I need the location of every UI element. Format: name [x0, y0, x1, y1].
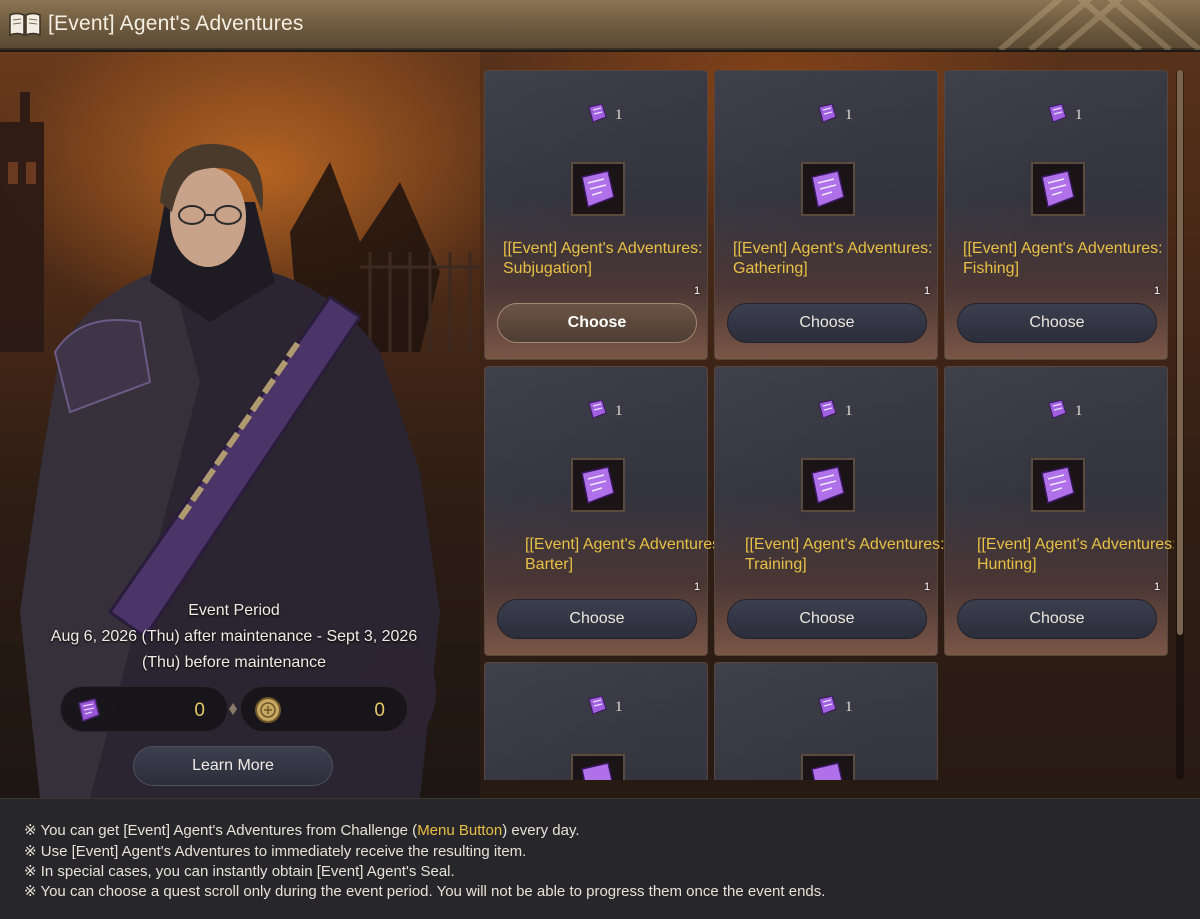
- item-count: 1: [1154, 581, 1161, 593]
- quest-scroll-icon: [811, 170, 845, 209]
- quest-name: [[Event] Agent's Adventures: Training]: [745, 536, 945, 573]
- learn-more-button[interactable]: Learn More: [133, 746, 333, 786]
- seal-count: 0: [374, 700, 385, 721]
- item-count: 1: [694, 285, 701, 297]
- title-bar: [Event] Agent's Adventures: [0, 0, 1200, 50]
- note-line-3: ※ In special cases, you can instantly ob…: [24, 863, 455, 880]
- cost-count: 1: [615, 699, 623, 715]
- cost-count: 1: [1075, 403, 1083, 419]
- quest-name: [[Event] Agent's Adventures: Hunting]: [977, 536, 1174, 573]
- quest-scroll-slot[interactable]: [571, 754, 625, 780]
- quest-name: [[Event] Agent's Adventures: Subjugation…: [503, 240, 703, 277]
- cost-count: 1: [845, 699, 853, 715]
- quest-card: 1 1 [[Event] Agent's Adventures: Hunting…: [944, 366, 1174, 656]
- note-line-1: ※ You can get [Event] Agent's Adventures…: [24, 821, 580, 839]
- menu-button-highlight: Menu Button: [417, 822, 503, 839]
- event-period: Event Period Aug 6, 2026 (Thu) after mai…: [0, 602, 468, 676]
- cost-count: 1: [1075, 107, 1083, 123]
- quest-scroll-icon: [811, 466, 845, 505]
- quest-name: [[Event] Agent's Adventures: Barter]: [525, 536, 725, 573]
- seal-counter: 0: [240, 686, 408, 732]
- note-text: ) every day.: [502, 822, 580, 839]
- scroll-count: 0: [194, 700, 205, 721]
- item-count: 1: [1154, 285, 1161, 297]
- quest-card: 1: [714, 662, 938, 780]
- quest-card: 1 1 [[Event] Agent's Adventures: Trainin…: [714, 366, 945, 656]
- item-count: 1: [694, 581, 701, 593]
- event-period-title: Event Period: [188, 602, 280, 619]
- counter-separator: [229, 703, 237, 715]
- scroll-icon: [78, 698, 100, 723]
- scroll-icon: [818, 399, 837, 419]
- scroll-icon: [818, 103, 837, 123]
- choose-button[interactable]: Choose: [727, 303, 927, 343]
- title-decoration: [998, 0, 1200, 50]
- quest-card: 1 1 [[Event] Agent's Adventures: Fishing…: [944, 70, 1168, 360]
- quest-card-grid: 1 1 [[Event] Agent's Adventures: Subjuga…: [484, 70, 1174, 780]
- note-text: ※ You can get [Event] Agent's Adventures…: [24, 822, 418, 839]
- choose-button[interactable]: Choose: [497, 303, 697, 343]
- quest-scroll-icon: [811, 762, 843, 780]
- quest-scroll-icon: [581, 762, 613, 780]
- event-window: [Event] Agent's Adventures Event Period …: [0, 0, 1200, 919]
- quest-card: 1: [484, 662, 708, 780]
- quest-card: 1 1 [[Event] Agent's Adventures: Barter]…: [484, 366, 725, 656]
- scroll-icon: [1048, 103, 1067, 123]
- card-grid-scrollbar[interactable]: [1176, 70, 1184, 780]
- seal-coin-icon: [255, 697, 281, 723]
- quest-name: [[Event] Agent's Adventures: Fishing]: [963, 240, 1163, 277]
- quest-scroll-icon: [581, 466, 615, 505]
- choose-button[interactable]: Choose: [497, 599, 697, 639]
- scroll-icon: [588, 695, 607, 715]
- window-title: [Event] Agent's Adventures: [48, 12, 304, 35]
- item-count: 1: [924, 285, 931, 297]
- event-period-text: Aug 6, 2026 (Thu) after maintenance - Se…: [50, 628, 418, 671]
- scroll-icon: [818, 695, 837, 715]
- quest-scroll-slot[interactable]: 1: [1031, 458, 1160, 593]
- quest-scroll-icon: [1041, 170, 1075, 209]
- quest-scroll-icon: [581, 170, 615, 209]
- note-line-2: ※ Use [Event] Agent's Adventures to imme…: [24, 843, 527, 860]
- choose-button[interactable]: Choose: [727, 599, 927, 639]
- quest-scroll-icon: [1041, 466, 1075, 505]
- scroll-icon: [588, 399, 607, 419]
- item-count: 1: [924, 581, 931, 593]
- quest-scroll-slot[interactable]: 1: [571, 458, 700, 593]
- scroll-icon: [1048, 399, 1067, 419]
- cost-count: 1: [845, 403, 853, 419]
- quest-name: [[Event] Agent's Adventures: Gathering]: [733, 240, 933, 277]
- choose-button[interactable]: Choose: [957, 303, 1157, 343]
- quest-scroll-slot[interactable]: 1: [801, 458, 930, 593]
- quest-scroll-slot[interactable]: 1: [571, 162, 700, 297]
- quest-scroll-slot[interactable]: [801, 754, 855, 780]
- cost-count: 1: [615, 107, 623, 123]
- cost-count: 1: [845, 107, 853, 123]
- note-line-4: ※ You can choose a quest scroll only dur…: [24, 883, 826, 900]
- scroll-icon: [588, 103, 607, 123]
- scrollbar-thumb[interactable]: [1177, 70, 1183, 635]
- quest-scroll-slot[interactable]: 1: [801, 162, 930, 297]
- quest-scroll-slot[interactable]: 1: [1031, 162, 1160, 297]
- choose-button[interactable]: Choose: [957, 599, 1157, 639]
- quest-card: 1 1 [[Event] Agent's Adventures: Subjuga…: [484, 70, 708, 360]
- cost-count: 1: [615, 403, 623, 419]
- book-icon: [9, 12, 41, 37]
- notes-panel: ※ You can get [Event] Agent's Adventures…: [0, 798, 1200, 919]
- scroll-counter: 0: [60, 686, 228, 732]
- quest-card: 1 1 [[Event] Agent's Adventures: Gatheri…: [714, 70, 938, 360]
